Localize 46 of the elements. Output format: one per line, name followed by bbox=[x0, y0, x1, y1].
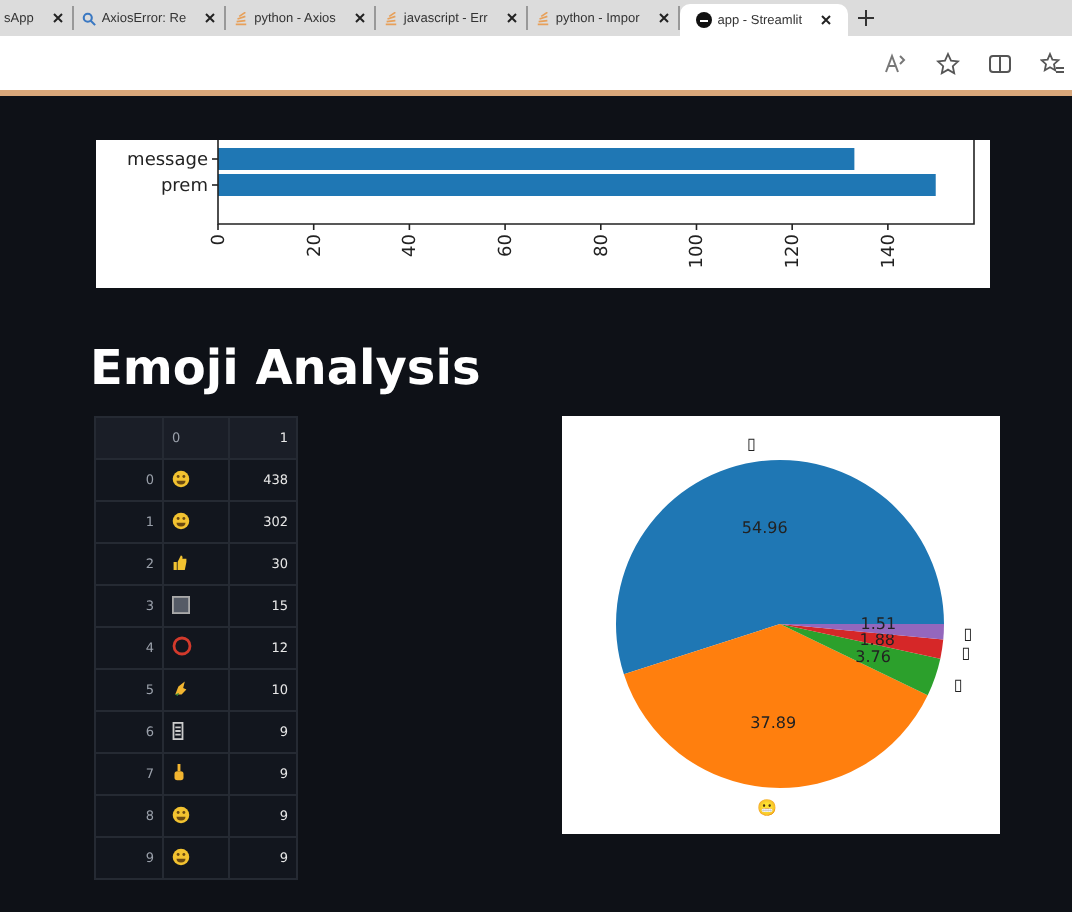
value-label: 1.88 bbox=[859, 631, 896, 650]
split-screen-icon[interactable] bbox=[988, 51, 1012, 75]
search-icon bbox=[81, 11, 96, 25]
stack-icon bbox=[535, 11, 550, 25]
ring-icon bbox=[172, 636, 192, 656]
axis-label: message bbox=[127, 151, 208, 171]
glyph-box-icon bbox=[172, 721, 184, 739]
thumbs-up-icon bbox=[172, 554, 188, 570]
emoji-face-icon bbox=[172, 847, 190, 865]
hand-icon bbox=[172, 680, 188, 696]
close-icon[interactable] bbox=[657, 12, 670, 24]
slice-label: ▯ bbox=[953, 675, 963, 694]
close-icon[interactable] bbox=[505, 12, 518, 24]
emoji-face-icon bbox=[172, 511, 190, 529]
tick-label: 100 bbox=[688, 234, 709, 269]
tick-label: 140 bbox=[879, 234, 900, 269]
square-icon bbox=[172, 595, 190, 613]
slice-label: ▯ bbox=[747, 434, 756, 453]
emoji-face-icon bbox=[172, 469, 190, 487]
value-label: 3.76 bbox=[855, 648, 891, 666]
value-label: 37.89 bbox=[750, 714, 797, 733]
section-heading: Emoji Analysis bbox=[90, 340, 481, 396]
close-icon[interactable] bbox=[353, 12, 366, 24]
stack-icon bbox=[234, 11, 249, 25]
favorites-icon[interactable] bbox=[1040, 51, 1064, 75]
read-aloud-icon[interactable] bbox=[884, 51, 908, 75]
tick-label: 40 bbox=[401, 234, 422, 257]
slice-label: 😬 bbox=[757, 799, 778, 818]
close-icon[interactable] bbox=[204, 12, 217, 24]
app-icon bbox=[695, 12, 712, 28]
value-label: 54.96 bbox=[741, 518, 788, 537]
star-icon[interactable] bbox=[936, 51, 960, 75]
tick-label: 80 bbox=[592, 234, 613, 257]
slice-label: ▯ bbox=[963, 624, 973, 643]
slice-label: ▯ bbox=[961, 644, 971, 663]
stack-icon bbox=[383, 11, 398, 25]
close-icon[interactable] bbox=[820, 14, 833, 26]
tick-label: 20 bbox=[305, 234, 326, 257]
tick-label: 120 bbox=[784, 234, 805, 269]
finger-icon bbox=[172, 763, 186, 781]
emoji-face-icon bbox=[172, 805, 190, 823]
axis-label: prem bbox=[160, 177, 208, 197]
tick-label: 0 bbox=[210, 234, 230, 246]
close-icon[interactable] bbox=[51, 12, 64, 24]
new-tab-icon[interactable] bbox=[856, 8, 877, 28]
tick-label: 60 bbox=[497, 234, 518, 257]
